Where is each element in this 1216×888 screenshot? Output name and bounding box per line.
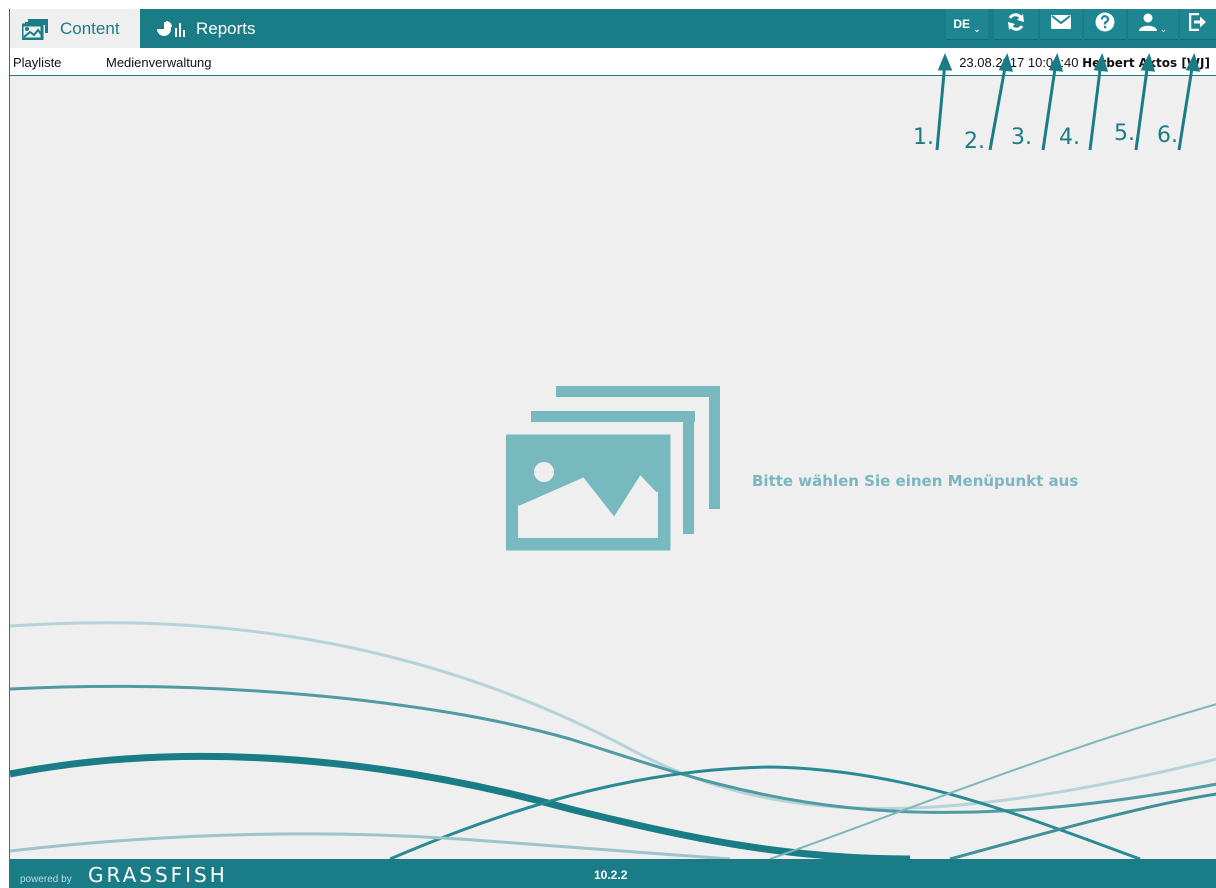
language-label: DE <box>953 17 971 31</box>
refresh-button[interactable] <box>994 9 1038 40</box>
chevron-down-icon: ⌄ <box>1159 23 1168 34</box>
version-label: 10.2.2 <box>594 868 628 882</box>
mail-icon <box>1051 14 1071 35</box>
user-icon <box>1138 13 1157 36</box>
footer: powered by GRASSFISH 10.2.2 <box>10 859 1216 888</box>
user-menu-button[interactable]: ⌄ <box>1128 9 1178 40</box>
help-icon <box>1095 12 1115 37</box>
status-info: 23.08.2017 10:02:40 Herbert Aktos [WJ] <box>959 55 1210 70</box>
app-window: Content Reports DE ⌄ ⌄ Playliste Medienv… <box>9 9 1216 888</box>
subnav-item-playliste[interactable]: Playliste <box>13 55 61 70</box>
annotation-label-5: 5. <box>1114 121 1135 146</box>
empty-state-message: Bitte wählen Sie einen Menüpunkt aus <box>752 472 1079 490</box>
tab-content-label: Content <box>60 18 120 38</box>
powered-by-label: powered by <box>20 874 72 885</box>
status-datetime: 23.08.2017 10:02:40 <box>959 55 1079 70</box>
logout-button[interactable] <box>1180 9 1216 40</box>
images-stack-icon <box>505 386 722 561</box>
messages-button[interactable] <box>1040 9 1082 40</box>
subnav-item-medienverwaltung[interactable]: Medienverwaltung <box>106 55 212 70</box>
annotation-label-4: 4. <box>1059 125 1080 150</box>
language-selector[interactable]: DE ⌄ <box>946 9 988 40</box>
refresh-icon <box>1006 12 1026 37</box>
annotation-label-6: 6. <box>1157 123 1178 148</box>
tab-content[interactable]: Content <box>10 9 140 48</box>
annotation-label-3: 3. <box>1011 125 1032 150</box>
help-button[interactable] <box>1084 9 1126 40</box>
tab-reports[interactable]: Reports <box>156 9 256 48</box>
toolbar: DE ⌄ ⌄ <box>946 9 1216 48</box>
decorative-waves <box>10 621 1216 859</box>
status-user: Herbert Aktos [WJ] <box>1082 56 1210 70</box>
tab-reports-label: Reports <box>196 18 256 38</box>
chart-icon <box>156 20 186 38</box>
logout-icon <box>1188 12 1207 36</box>
chevron-down-icon: ⌄ <box>973 23 981 34</box>
annotation-label-2: 2. <box>964 129 985 154</box>
brand-logo: GRASSFISH <box>88 863 228 887</box>
gallery-icon <box>22 18 50 40</box>
annotation-label-1: 1. <box>913 125 934 150</box>
sub-navigation: Playliste Medienverwaltung 23.08.2017 10… <box>10 48 1216 76</box>
top-bar: Content Reports DE ⌄ ⌄ <box>10 9 1216 48</box>
